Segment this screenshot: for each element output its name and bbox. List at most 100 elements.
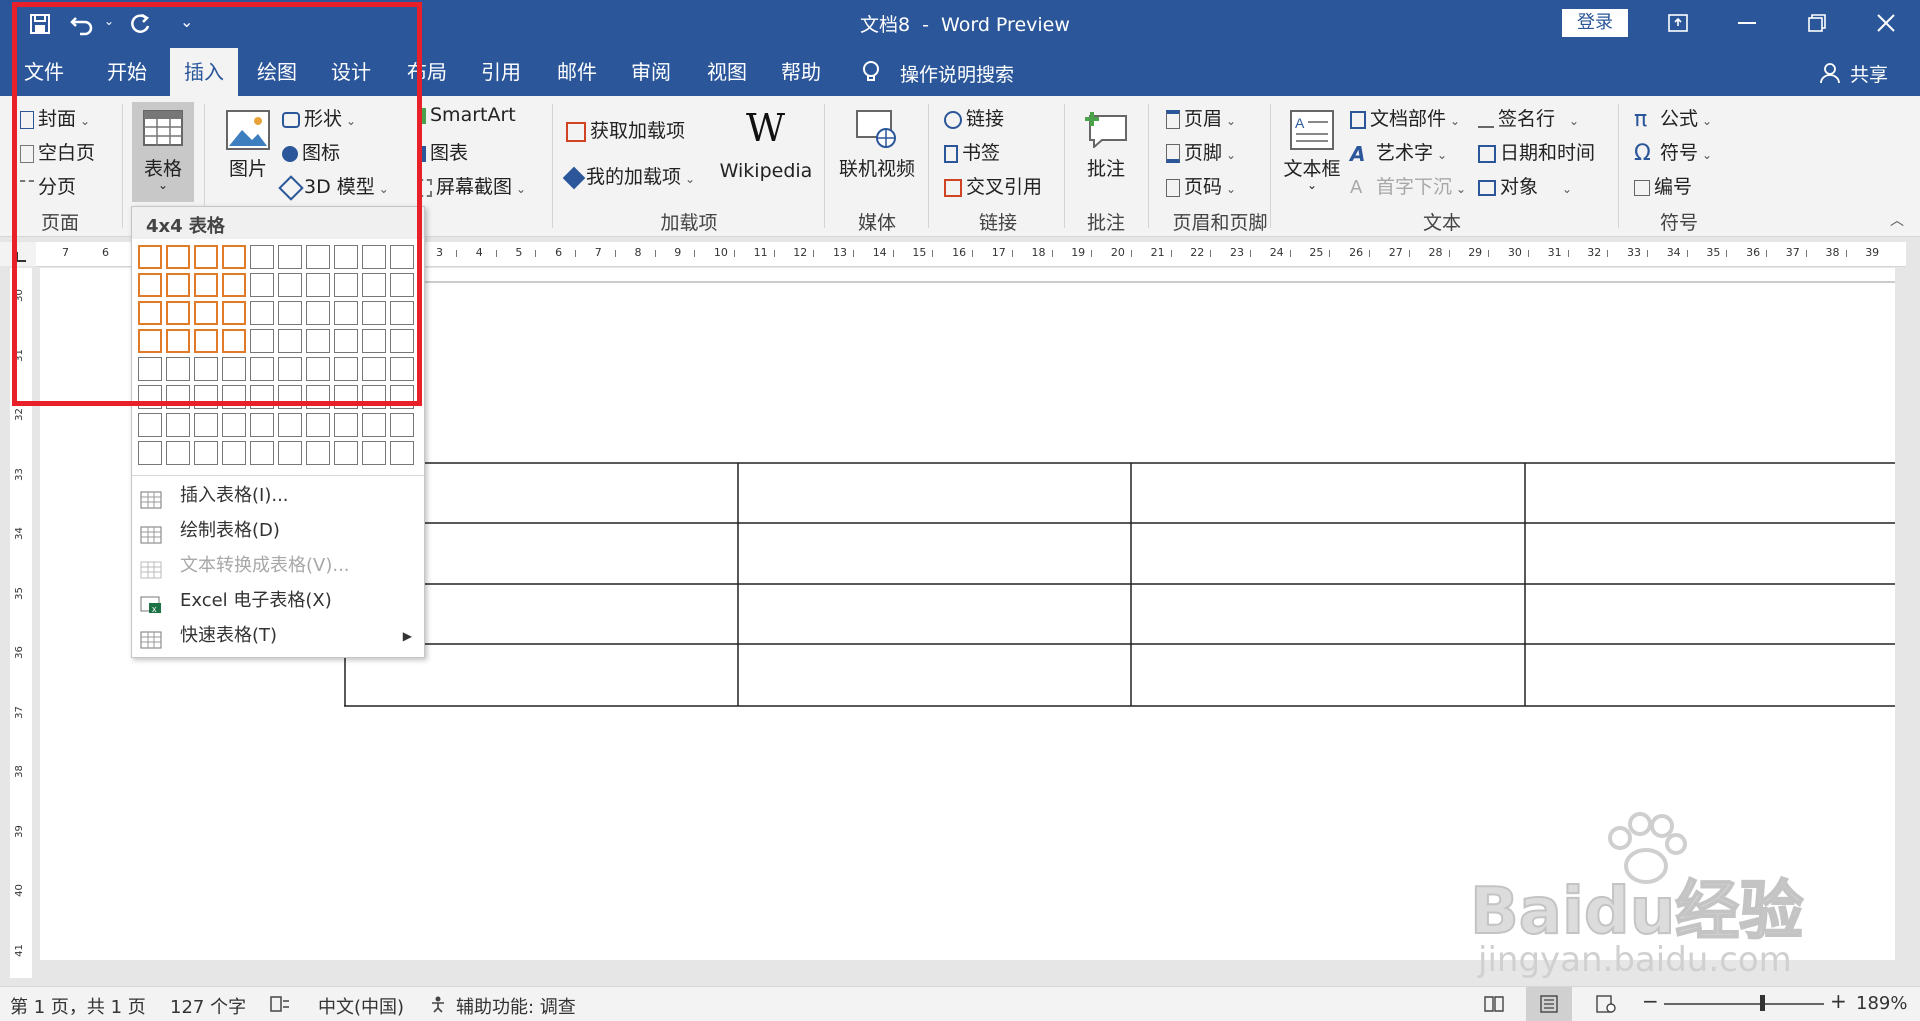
grid-cell[interactable] [194,413,218,437]
grid-cell[interactable] [250,413,274,437]
grid-cell[interactable] [138,413,162,437]
number-button[interactable]: 编号 [1634,172,1692,199]
bookmark-icon [944,144,958,163]
screenshot-button[interactable]: 屏幕截图 ⌄ [418,172,526,199]
header-button[interactable]: 页眉 ⌄ [1166,104,1236,131]
smartart-button[interactable]: SmartArt [418,104,516,126]
read-mode-icon[interactable] [1484,995,1504,1013]
zoom-level[interactable]: 189% [1856,993,1907,1014]
ruler-tick [1011,250,1013,257]
grid-cell[interactable] [278,413,302,437]
grid-cell[interactable] [222,413,246,437]
menu-item[interactable]: 绘制表格(D) [132,514,422,548]
cross-reference-button[interactable]: 交叉引用 [944,172,1042,199]
tab-help[interactable]: 帮助 [770,48,832,96]
group-separator [1270,104,1271,228]
menu-item[interactable]: 插入表格(I)... [132,479,422,513]
chart-button[interactable]: 图表 [418,138,468,165]
person-icon [1820,62,1840,84]
grid-cell[interactable] [334,441,358,465]
share-button[interactable]: 共享 [1850,60,1888,87]
quick-parts-icon [1350,110,1366,129]
comment-label: 批注 [1086,158,1125,180]
comment-button[interactable]: 批注 [1076,102,1136,202]
link-button[interactable]: 链接 [944,104,1004,131]
ruler-number: 35 [13,586,25,600]
restore-icon[interactable] [1808,14,1826,32]
grid-cell[interactable] [390,413,414,437]
quick-parts-button[interactable]: 文档部件 ⌄ [1350,104,1460,131]
grid-cell[interactable] [194,441,218,465]
grid-cell[interactable] [306,413,330,437]
grid-cell[interactable] [222,441,246,465]
bookmark-button[interactable]: 书签 [944,138,1000,165]
grid-cell[interactable] [362,441,386,465]
menu-item[interactable]: 快速表格(T) ▶ [132,619,422,653]
chevron-down-icon: ⌄ [685,172,696,186]
ruler-number: 4 [475,246,483,259]
page-count[interactable]: 第 1 页，共 1 页 [10,993,146,1019]
zoom-out-button[interactable]: − [1642,989,1659,1013]
grid-cell[interactable] [390,441,414,465]
ruler-tick [932,250,934,257]
grid-cell[interactable] [362,413,386,437]
object-button[interactable]: 对象 ⌄ [1478,172,1572,199]
grid-cell[interactable] [306,441,330,465]
group-label-addins: 加载项 [660,212,718,234]
tab-review[interactable]: 审阅 [620,48,682,96]
page-number-button[interactable]: 页码 ⌄ [1166,172,1236,199]
screenshot-label: 屏幕截图 [436,176,513,198]
ruler-tick [495,250,497,257]
ruler-number: 32 [13,408,25,421]
tell-me-search[interactable]: 操作说明搜索 [900,60,1014,87]
grid-cell[interactable] [250,441,274,465]
online-video-button[interactable]: 联机视频 [834,102,920,202]
grid-cell[interactable] [166,413,190,437]
symbol-button[interactable]: Ω 符号 ⌄ [1634,138,1712,165]
accessibility-status[interactable]: 辅助功能: 调查 [456,993,576,1019]
print-layout-button[interactable] [1526,987,1572,1021]
insert-table-icon [140,487,162,509]
ruler-number: 37 [1785,246,1800,259]
app-name: Word Preview [941,14,1070,36]
date-time-button[interactable]: 日期和时间 [1478,138,1595,165]
omega-icon: Ω [1634,140,1651,166]
login-button[interactable]: 登录 [1562,9,1628,37]
chevron-down-icon: ⌄ [1226,182,1237,196]
zoom-in-button[interactable]: + [1830,989,1847,1013]
date-time-label: 日期和时间 [1500,142,1596,164]
grid-cell[interactable] [278,441,302,465]
grid-cell[interactable] [138,441,162,465]
my-addins-button[interactable]: 我的加载项 ⌄ [562,162,696,189]
minimize-icon[interactable] [1738,22,1756,24]
textbox-button[interactable]: A 文本框 ⌄ [1280,102,1344,202]
textbox-icon: A [1290,110,1334,150]
drop-cap-button[interactable]: A 首字下沉 ⌄ [1350,172,1466,199]
close-icon[interactable] [1876,13,1896,33]
ruler-number: 38 [13,765,25,778]
language-status[interactable]: 中文(中国) [318,993,404,1019]
web-layout-icon[interactable] [1596,995,1616,1013]
menu-item[interactable]: 文本转换成表格(V)... [132,549,422,583]
proofing-icon[interactable] [270,995,290,1013]
cross-reference-label: 交叉引用 [966,176,1043,198]
zoom-slider[interactable] [1664,995,1824,1011]
menu-item[interactable]: x Excel 电子表格(X) [132,584,422,618]
wikipedia-button[interactable]: W Wikipedia [718,102,814,202]
footer-button[interactable]: 页脚 ⌄ [1166,138,1236,165]
new-comment-icon [1084,110,1128,150]
grid-cell[interactable] [334,413,358,437]
collapse-ribbon-icon[interactable]: ︿ [1890,210,1904,230]
ribbon-display-options-icon[interactable] [1668,14,1688,32]
ruler-number: 28 [1428,246,1443,259]
grid-cell[interactable] [166,441,190,465]
wordart-button[interactable]: A 艺术字 ⌄ [1350,138,1447,165]
tab-view[interactable]: 视图 [696,48,758,96]
equation-button[interactable]: π 公式 ⌄ [1634,104,1712,131]
word-count[interactable]: 127 个字 [170,993,246,1019]
zoom-slider-thumb[interactable] [1760,995,1765,1011]
get-addins-button[interactable]: 获取加载项 [566,116,685,143]
tab-references[interactable]: 引用 [470,48,532,96]
tab-mailings[interactable]: 邮件 [546,48,608,96]
signature-line-button[interactable]: 签名行 ⌄ [1478,104,1579,131]
